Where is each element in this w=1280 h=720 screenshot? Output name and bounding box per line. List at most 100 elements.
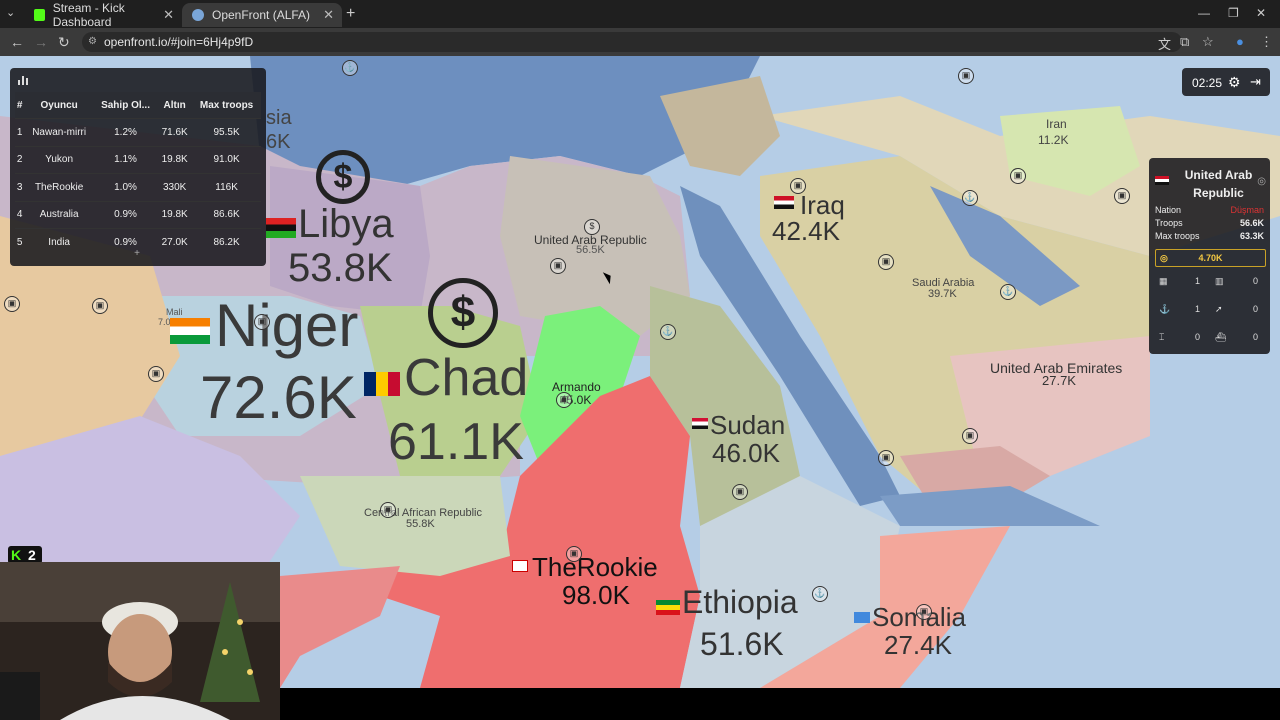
cell-owned: 1.0% <box>93 173 158 201</box>
warship-count: 0 <box>1253 332 1259 342</box>
troops-label: Troops <box>1155 218 1183 228</box>
star-icon[interactable]: ☆ <box>1202 34 1214 50</box>
city-icon[interactable]: ▣ <box>4 296 20 312</box>
forward-arrow-icon[interactable]: → <box>34 34 48 50</box>
col-owned[interactable]: Sahip Ol... <box>94 92 157 119</box>
col-rank[interactable]: # <box>15 92 24 119</box>
new-tab-icon[interactable]: + <box>346 5 355 23</box>
city-icon[interactable]: ▣ <box>556 392 572 408</box>
libya-flag-icon <box>266 218 296 238</box>
therookie-flag-icon <box>512 560 528 572</box>
country-name-iran: Iran <box>1046 117 1067 131</box>
site-info-icon[interactable]: ⚙ <box>88 32 97 52</box>
col-gold[interactable]: Altın <box>157 92 192 119</box>
city-icon[interactable]: ▣ <box>958 68 974 84</box>
cell-owned: 1.2% <box>93 118 158 146</box>
player-troops-therookie: 98.0K <box>562 580 630 610</box>
maximize-icon[interactable]: ❐ <box>1228 6 1239 20</box>
country-name-iraq: Iraq <box>800 190 845 220</box>
gold-value: 4.70K <box>1198 253 1223 263</box>
missile-stat-icon: ➚ <box>1215 304 1223 314</box>
table-row[interactable]: 2 Yukon 1.1% 19.8K 91.0K <box>15 145 261 174</box>
cell-player: India <box>24 228 94 256</box>
port-icon[interactable]: ⚓ <box>962 190 978 206</box>
port-icon[interactable]: ⚓ <box>1000 284 1016 300</box>
factory-stat-icon: ▥ <box>1215 276 1224 286</box>
leaderboard-table: # Oyuncu Sahip Ol... Altın Max troops 1 … <box>15 92 261 256</box>
port-icon[interactable]: ⚓ <box>342 60 358 76</box>
port-icon[interactable]: ⚓ <box>812 586 828 602</box>
country-name-sudan: Sudan <box>710 410 786 440</box>
city-icon[interactable]: ▣ <box>962 428 978 444</box>
cell-player: TheRookie <box>24 173 94 201</box>
close-icon[interactable]: ✕ <box>323 7 334 23</box>
reload-icon[interactable]: ↻ <box>58 34 70 51</box>
city-icon[interactable]: ▣ <box>732 484 748 500</box>
tab-search-icon[interactable]: ⌄ <box>6 6 15 19</box>
info-toggle-icon[interactable]: ◎ <box>1257 176 1266 187</box>
city-icon[interactable]: ▣ <box>380 502 396 518</box>
info-row-nation: Nation Düşman <box>1155 205 1264 218</box>
cell-player: Australia <box>24 200 94 229</box>
city-icon[interactable]: ▣ <box>878 450 894 466</box>
port-icon[interactable]: ⚓ <box>660 324 676 340</box>
cell-max-troops: 86.2K <box>192 228 261 256</box>
url-field[interactable]: ⚙ openfront.io/#join=6Hj4p9fD <box>82 32 1182 52</box>
settings-gear-icon[interactable]: ⚙ <box>1228 74 1241 91</box>
city-icon[interactable]: ▣ <box>566 546 582 562</box>
city-icon[interactable]: ▣ <box>1010 168 1026 184</box>
country-troops-iran: 11.2K <box>1038 133 1069 147</box>
dollar-small-icon[interactable]: $ <box>584 219 600 235</box>
dollar-target-icon[interactable]: $ <box>428 278 498 348</box>
city-icon[interactable]: ▣ <box>148 366 164 382</box>
country-name-niger: Niger <box>215 292 359 359</box>
country-troops-partial: 6K <box>266 131 291 153</box>
minimize-icon[interactable]: — <box>1198 6 1210 20</box>
game-timer-bar: 02:25 ⚙ ⇥ <box>1182 68 1270 96</box>
city-icon[interactable]: ▣ <box>254 314 270 330</box>
coin-icon: ◎ <box>1160 253 1168 263</box>
nation-label: Nation <box>1155 205 1182 215</box>
city-icon[interactable]: ▣ <box>916 604 932 620</box>
back-arrow-icon[interactable]: ← <box>10 34 24 50</box>
streamer-webcam-image <box>0 562 280 720</box>
iraq-flag-icon <box>774 196 794 209</box>
city-icon[interactable]: ▣ <box>878 254 894 270</box>
chad-flag-icon <box>364 372 400 396</box>
close-icon[interactable]: ✕ <box>163 7 174 23</box>
col-player[interactable]: Oyuncu <box>24 92 94 119</box>
city-icon[interactable]: ▣ <box>92 298 108 314</box>
dollar-target-icon[interactable]: $ <box>316 150 370 204</box>
tab-openfront[interactable]: OpenFront (ALFA) ✕ <box>182 3 342 27</box>
menu-kebab-icon[interactable]: ⋮ <box>1260 34 1273 50</box>
player-info-panel: United Arab Republic ◎ Nation Düşman Tro… <box>1149 158 1270 354</box>
viewer-count: 2 <box>28 547 36 563</box>
nation-value: Düşman <box>1230 205 1264 215</box>
niger-flag-icon <box>170 318 210 344</box>
translate-icon[interactable]: 文 <box>1158 34 1171 53</box>
profile-icon[interactable]: ● <box>1236 34 1244 49</box>
table-row[interactable]: 3 TheRookie 1.0% 330K 116K <box>15 173 261 201</box>
country-name-chad: Chad <box>404 349 529 407</box>
table-row[interactable]: 4 Australia 0.9% 19.8K 86.6K <box>15 200 261 229</box>
port-stat-icon: ⚓ <box>1159 304 1171 314</box>
col-max-troops[interactable]: Max troops <box>192 92 261 119</box>
cell-player: Yukon <box>24 145 94 174</box>
city-icon[interactable]: ▣ <box>550 258 566 274</box>
player-name-therookie: TheRookie <box>532 552 658 582</box>
city-icon[interactable]: ▣ <box>790 178 806 194</box>
install-app-icon[interactable]: ⧉ <box>1180 34 1189 50</box>
url-text: openfront.io/#join=6Hj4p9fD <box>104 35 254 49</box>
cell-owned: 1.1% <box>93 145 158 174</box>
expand-leaderboard-button[interactable]: + <box>130 248 144 259</box>
city-icon[interactable]: ▣ <box>1114 188 1130 204</box>
exit-icon[interactable]: ⇥ <box>1250 74 1261 90</box>
cell-player: Nawan-mirri <box>24 118 94 146</box>
tab-kick-dashboard[interactable]: Stream - Kick Dashboard ✕ <box>24 1 182 29</box>
country-troops-saudi-arabia: 39.7K <box>928 288 957 300</box>
table-row[interactable]: 1 Nawan-mirri 1.2% 71.6K 95.5K <box>15 118 261 146</box>
window-close-icon[interactable]: ✕ <box>1256 6 1266 20</box>
cell-max-troops: 95.5K <box>192 118 261 146</box>
bar-chart-icon[interactable] <box>17 74 29 86</box>
country-troops-uar: 56.5K <box>576 244 605 256</box>
